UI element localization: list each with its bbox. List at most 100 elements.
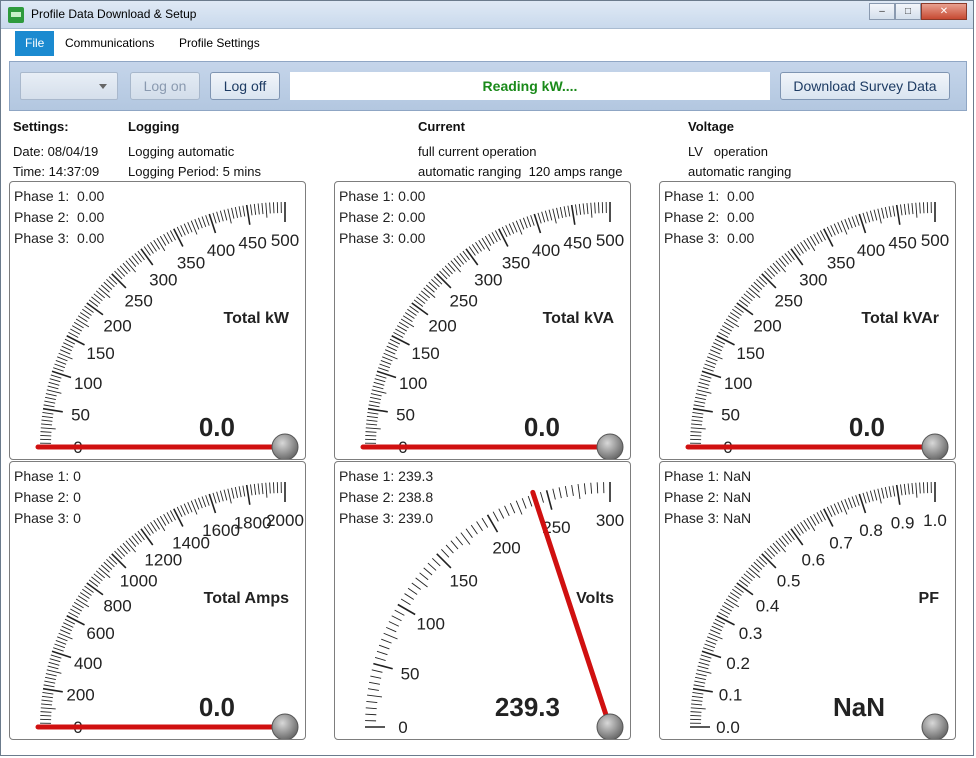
gauge-tick — [530, 215, 535, 226]
gauge-tick — [385, 626, 397, 633]
log-off-button[interactable]: Log off — [210, 72, 280, 100]
gauge-tick — [395, 328, 406, 335]
gauge-tick — [711, 345, 722, 352]
gauge-tick — [703, 647, 714, 652]
gauge-tick — [253, 483, 257, 495]
menu-file[interactable]: File — [15, 31, 55, 56]
gauge-scale-label: 1200 — [144, 551, 182, 570]
gauge-tick — [40, 427, 56, 430]
gauge-tick — [830, 225, 836, 236]
gauge-tick — [704, 363, 715, 369]
gauge-tick — [806, 237, 816, 252]
gauge-tick — [41, 703, 53, 706]
gauge-tick — [41, 423, 53, 426]
gauge-tick — [537, 212, 542, 224]
gauge-tick — [415, 577, 428, 588]
minimize-button[interactable]: – — [869, 3, 895, 20]
gauge-tick — [512, 221, 518, 233]
gauge-tick — [187, 501, 193, 513]
gauge-scale-label: 500 — [921, 231, 949, 250]
gauge-tick — [915, 482, 918, 498]
gauge-scale-label: 0.1 — [719, 686, 743, 705]
gauge-tick — [590, 202, 593, 218]
gauge-panel-total-kva: 050100150200250300350400450500Phase 1: 0… — [334, 181, 631, 460]
gauge-scale-label: 250 — [449, 292, 477, 311]
gauge-scale-label: 1000 — [120, 572, 158, 591]
gauge-tick — [563, 206, 567, 218]
gauge-scale-label: 400 — [207, 241, 235, 260]
gauge-tick — [692, 687, 713, 693]
gauge-scale-label: 350 — [177, 254, 205, 273]
gauge-tick — [498, 228, 509, 247]
close-button[interactable]: ✕ — [921, 3, 967, 20]
gauge-tick — [125, 260, 136, 273]
gauge-scale-label: 0.4 — [756, 596, 780, 615]
gauge-tick — [42, 692, 54, 695]
gauge-hub — [596, 433, 624, 459]
gauge-tick — [923, 482, 925, 494]
gauge-tick — [49, 378, 61, 383]
gauge-scale-label: 150 — [86, 344, 114, 363]
phase-1-reading: Phase 1: 0.00 — [14, 188, 105, 204]
gauge-tick — [866, 491, 871, 503]
download-survey-button[interactable]: Download Survey Data — [780, 72, 950, 100]
gauge-tick — [699, 658, 711, 663]
menu-profile-settings[interactable]: Profile Settings — [169, 31, 270, 56]
gauge-tick — [491, 232, 498, 243]
gauge-tick — [692, 692, 704, 695]
gauge-tick — [227, 488, 232, 504]
gauge-tick — [720, 608, 731, 615]
gauge-panel-total-amps: 0200400600800100012001400160018002000Pha… — [9, 461, 306, 740]
gauge-tick — [698, 381, 710, 386]
gauge-scale-label: 300 — [799, 271, 827, 290]
gauge-tick — [227, 208, 232, 224]
gauge-tick — [187, 221, 193, 233]
gauge-tick — [564, 486, 568, 498]
gauge-tick — [376, 650, 388, 656]
gauge-title: Total kVAr — [861, 310, 939, 327]
phase-3-reading: Phase 3: 239.0 — [339, 510, 434, 526]
gauge-tick — [48, 661, 60, 666]
gauge-tick — [63, 622, 74, 628]
gauge-tick — [881, 487, 885, 499]
gauge-scale-label: 0.5 — [777, 572, 801, 591]
gauge-tick — [47, 665, 59, 670]
gauge-tick — [234, 206, 238, 218]
gauge-tick — [862, 212, 867, 224]
gauge-tick — [711, 625, 722, 632]
gauge-tick — [273, 202, 275, 214]
gauge-tick — [55, 639, 67, 645]
gauge-tick — [250, 204, 253, 216]
voltage-ranging: automatic ranging — [688, 164, 792, 179]
gauge-tick — [373, 381, 385, 386]
gauge-tick — [460, 532, 471, 545]
gauge-tick — [697, 665, 709, 670]
title-bar[interactable]: Profile Data Download & Setup – □ ✕ — [1, 1, 973, 29]
phase-3-reading: Phase 3: 0.00 — [14, 230, 105, 246]
log-on-button[interactable]: Log on — [130, 72, 200, 100]
phase-2-reading: Phase 2: 0.00 — [339, 209, 426, 225]
maximize-button[interactable]: □ — [895, 3, 921, 20]
gauge-tick — [450, 260, 461, 273]
menu-bar: File Communications Profile Settings — [9, 31, 967, 57]
gauge-tick — [367, 694, 383, 698]
gauge-tick — [696, 669, 712, 674]
current-operation: full current operation — [418, 144, 537, 159]
gauge-tick — [892, 485, 896, 497]
chevron-down-icon — [99, 84, 107, 89]
gauge-tick — [700, 654, 712, 659]
gauge-tick — [692, 412, 704, 415]
gauge-scale-label: 0.9 — [891, 514, 915, 533]
gauge-tick — [695, 393, 707, 397]
gauge-tick — [45, 673, 57, 677]
app-window: Profile Data Download & Setup – □ ✕ File… — [0, 0, 974, 756]
gauge-tick — [481, 237, 491, 252]
menu-communications[interactable]: Communications — [55, 31, 164, 56]
gauge-tick — [436, 553, 452, 569]
port-select[interactable] — [20, 72, 118, 100]
gauge-tick — [261, 203, 264, 215]
gauge-scale-label: 300 — [149, 271, 177, 290]
gauge-tick — [577, 484, 581, 500]
gauge-tick — [42, 687, 63, 693]
gauge-tick — [725, 598, 740, 608]
